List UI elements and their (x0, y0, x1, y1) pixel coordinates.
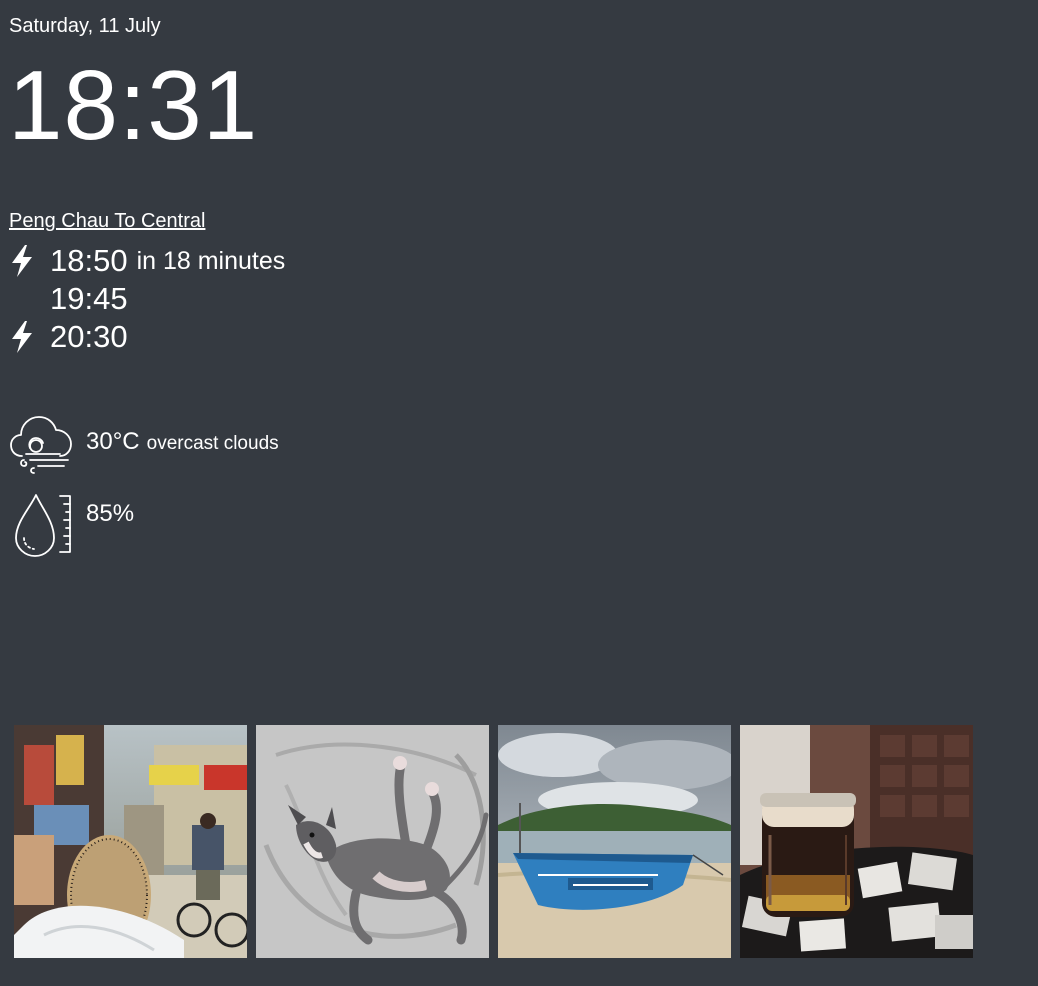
date-label: Saturday, 11 July (9, 15, 161, 37)
departure-row: 18:50 in 18 minutes (8, 242, 285, 280)
lightning-bolt-icon (8, 320, 40, 354)
photo-dog[interactable] (256, 725, 489, 958)
humidity-value: 85% (86, 500, 135, 527)
humidity-drop-icon (8, 492, 74, 558)
cloudy-wind-icon (8, 410, 74, 476)
photo-gallery (14, 725, 973, 958)
blank-icon-slot (8, 282, 40, 316)
temperature-value: 30°C (86, 428, 140, 455)
weather-condition: 30°C overcast clouds (8, 410, 279, 476)
ferry-route-link[interactable]: Peng Chau To Central (9, 209, 205, 233)
clock-time: 18:31 (8, 50, 259, 160)
ferry-departures-list: 18:50 in 18 minutes 19:45 20:30 (8, 242, 285, 356)
photo-street-market[interactable] (14, 725, 247, 958)
weather-condition-text: overcast clouds (146, 433, 279, 454)
weather-humidity: 85% (8, 492, 134, 558)
departure-time: 20:30 (50, 319, 128, 354)
lightning-bolt-icon (8, 244, 40, 278)
departure-time: 18:50 (50, 243, 128, 278)
departure-time: 19:45 (50, 281, 128, 316)
photo-coffee-jar[interactable] (740, 725, 973, 958)
departure-relative-time: in 18 minutes (136, 247, 286, 275)
departure-row: 20:30 (8, 318, 285, 356)
departure-row: 19:45 (8, 280, 285, 318)
photo-boat-beach[interactable] (498, 725, 731, 958)
